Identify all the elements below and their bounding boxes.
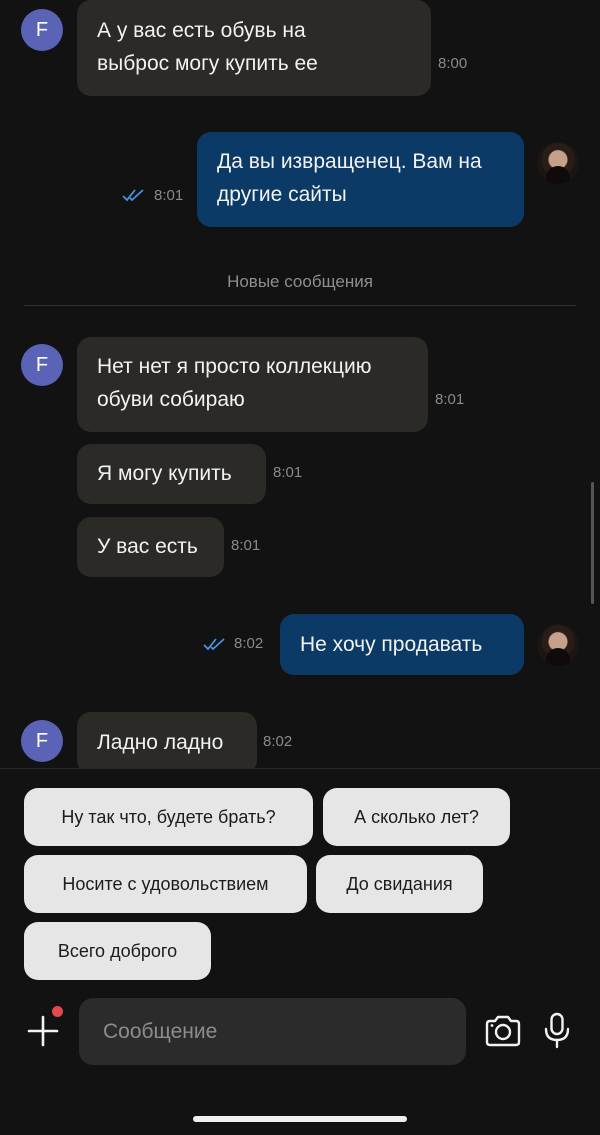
plus-icon[interactable]: [24, 1012, 62, 1050]
message-bubble-outgoing[interactable]: Не хочу продавать: [280, 614, 524, 675]
message-text: Нет нет я просто коллекцию обуви собираю: [97, 355, 372, 411]
quick-reply-label: Всего доброго: [57, 940, 178, 961]
message-time: 8:00: [438, 55, 468, 72]
microphone-icon[interactable]: [543, 1012, 571, 1050]
message-time: 8:02: [263, 733, 293, 750]
quick-reply-chip[interactable]: А сколько лет?: [323, 788, 510, 846]
quick-reply-chip[interactable]: Всего доброго: [24, 922, 211, 980]
message-bubble-incoming[interactable]: А у вас есть обувь на выброс могу купить…: [77, 0, 431, 96]
message-bubble-incoming[interactable]: Нет нет я просто коллекцию обуви собираю: [77, 337, 428, 432]
message-time: 8:01: [435, 391, 465, 408]
new-messages-label: Новые сообщения: [227, 272, 373, 291]
message-time: 8:01: [231, 537, 261, 554]
user-avatar[interactable]: [537, 142, 579, 184]
message-bubble-outgoing[interactable]: Да вы извращенец. Вам на другие сайты: [197, 132, 524, 227]
divider: [24, 305, 576, 306]
message-text: Ладно ладно: [97, 731, 224, 754]
message-text: Да вы извращенец. Вам на другие сайты: [217, 150, 482, 206]
divider: [0, 768, 600, 769]
home-indicator[interactable]: [193, 1116, 407, 1122]
message-text: Я могу купить: [97, 462, 232, 485]
quick-reply-label: До свидания: [346, 873, 453, 894]
quick-reply-label: Ну так что, будете брать?: [61, 806, 276, 827]
contact-avatar[interactable]: F: [21, 720, 63, 762]
message-input[interactable]: [79, 998, 466, 1065]
quick-reply-chip[interactable]: Носите с удовольствием: [24, 855, 307, 913]
quick-reply-label: А сколько лет?: [354, 806, 479, 827]
message-time: 8:01: [154, 187, 184, 204]
message-text: А у вас есть обувь на выброс могу купить…: [97, 19, 318, 75]
notification-badge: [52, 1006, 63, 1017]
quick-reply-chip[interactable]: До свидания: [316, 855, 483, 913]
message-time: 8:01: [273, 464, 303, 481]
message-text: Не хочу продавать: [300, 633, 483, 656]
read-receipt-icon: [203, 638, 225, 651]
message-text: У вас есть: [97, 535, 198, 558]
quick-reply-chip[interactable]: Ну так что, будете брать?: [24, 788, 313, 846]
read-receipt-icon: [122, 189, 144, 202]
message-bubble-incoming[interactable]: Ладно ладно: [77, 712, 257, 768]
scrollbar[interactable]: [591, 482, 594, 604]
message-bubble-incoming[interactable]: У вас есть: [77, 517, 224, 577]
message-time: 8:02: [234, 635, 264, 652]
contact-avatar[interactable]: F: [21, 9, 63, 51]
contact-avatar[interactable]: F: [21, 344, 63, 386]
user-avatar[interactable]: [537, 624, 579, 666]
message-bubble-incoming[interactable]: Я могу купить: [77, 444, 266, 504]
camera-icon[interactable]: [483, 1014, 523, 1048]
message-list[interactable]: F А у вас есть обувь на выброс могу купи…: [0, 0, 600, 768]
quick-reply-label: Носите с удовольствием: [62, 873, 269, 894]
